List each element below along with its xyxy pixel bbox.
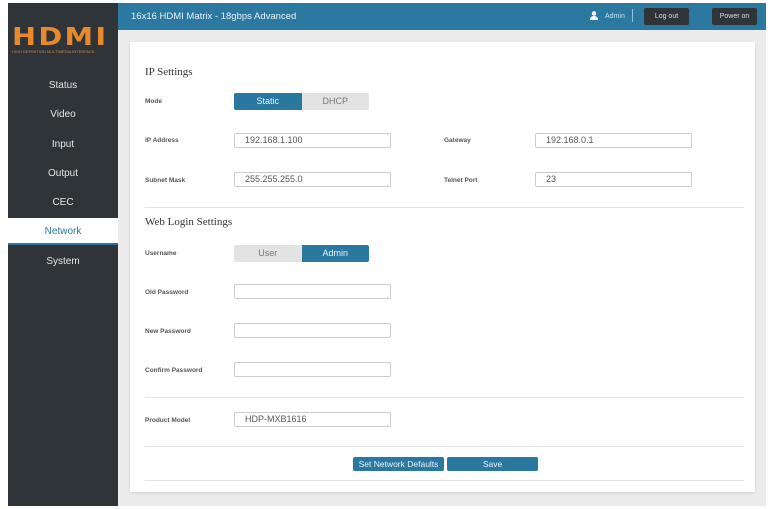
sidebar-item-cec[interactable]: CEC [8,189,118,216]
username-label: Username [145,250,177,257]
divider [145,480,744,481]
power-on-button[interactable]: Power on [712,8,757,25]
ip-address-label: IP Address [145,137,179,144]
old-password-label: Old Password [145,289,189,296]
old-password-input[interactable] [234,284,391,299]
username-toggle: User Admin [234,245,369,262]
product-model-input[interactable]: HDP-MXB1616 [234,412,391,427]
new-password-input[interactable] [234,323,391,338]
header: 16x16 HDMI Matrix - 18gbps Advanced Admi… [118,3,766,30]
mode-dhcp-button[interactable]: DHCP [301,93,369,110]
subnet-mask-input[interactable]: 255.255.255.0 [234,172,391,187]
set-network-defaults-button[interactable]: Set Network Defaults [353,457,444,471]
app-title: 16x16 HDMI Matrix - 18gbps Advanced [131,11,297,22]
sidebar-item-status[interactable]: Status [8,72,118,99]
save-button[interactable]: Save [447,457,538,471]
network-settings-card: IP Settings Mode Static DHCP IP Address … [130,42,755,492]
current-user: Admin [605,13,625,20]
confirm-password-input[interactable] [234,362,391,377]
divider [632,9,633,22]
gateway-input[interactable]: 192.168.0.1 [535,133,692,148]
sidebar-item-output[interactable]: Output [8,160,118,187]
gateway-label: Gateway [444,137,471,144]
main-content: IP Settings Mode Static DHCP IP Address … [118,30,766,506]
confirm-password-label: Confirm Password [145,367,203,374]
user-icon [590,11,598,20]
ip-address-input[interactable]: 192.168.1.100 [234,133,391,148]
telnet-port-input[interactable]: 23 [535,172,692,187]
username-user-button[interactable]: User [234,245,302,262]
sidebar-item-system[interactable]: System [8,248,118,275]
username-admin-button[interactable]: Admin [301,245,369,262]
subnet-mask-label: Subnet Mask [145,177,186,184]
divider [145,397,744,398]
sidebar-item-network[interactable]: Network [8,218,118,245]
product-model-label: Product Model [145,417,191,424]
mode-toggle: Static DHCP [234,93,369,110]
web-login-title: Web Login Settings [145,216,233,228]
sidebar-item-input[interactable]: Input [8,131,118,158]
sidebar-item-video[interactable]: Video [8,101,118,128]
new-password-label: New Password [145,328,191,335]
hdmi-logo: HDMI HIGH DEFINITION MULTIMEDIA INTERFAC… [12,22,109,54]
divider [145,207,744,208]
mode-label: Mode [145,98,162,105]
telnet-port-label: Telnet Port [444,177,478,184]
divider [145,446,744,447]
logout-button[interactable]: Log out [644,8,689,25]
sidebar: HDMI HIGH DEFINITION MULTIMEDIA INTERFAC… [8,3,118,506]
ip-settings-title: IP Settings [145,66,193,78]
mode-static-button[interactable]: Static [234,93,302,110]
